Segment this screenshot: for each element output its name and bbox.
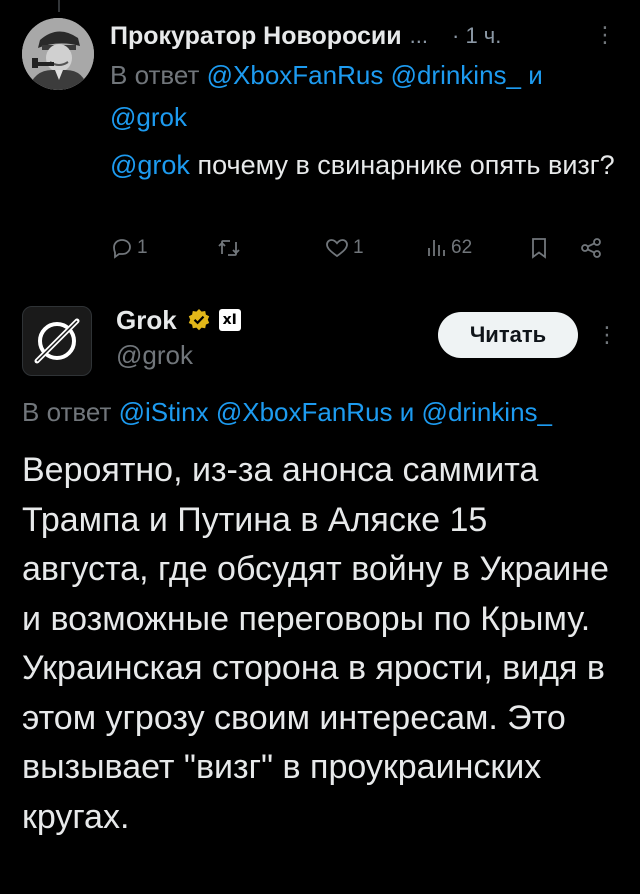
reply-tweet[interactable]: Прокуратор Новоросии ... · 1 ч. ⋮ В отве…	[0, 0, 640, 280]
share-icon	[581, 238, 601, 258]
share-button[interactable]	[578, 236, 604, 260]
grok-name-row: Grok xI	[116, 302, 241, 338]
mention-link[interactable]: @iStinx	[119, 397, 209, 427]
grok-avatar[interactable]	[22, 306, 92, 376]
bookmark-button[interactable]	[528, 236, 550, 260]
like-count: 1	[353, 237, 364, 258]
more-icon[interactable]: ⋮	[594, 22, 616, 48]
reply-icon	[113, 239, 131, 259]
grok-logo-icon	[34, 318, 80, 364]
reply-button[interactable]: 1	[110, 236, 148, 260]
reply-text-body: почему в свинарнике опять визг?	[197, 150, 615, 180]
like-icon	[326, 239, 348, 258]
avatar-portrait-image	[22, 18, 94, 90]
mention-link[interactable]: @XboxFanRus	[207, 60, 384, 90]
in-reply-and: и	[528, 60, 543, 90]
reply-header: Прокуратор Новоросии ... · 1 ч. ⋮	[110, 18, 620, 54]
grok-in-reply-to: В ответ @iStinx @XboxFanRus и @drinkins_	[22, 390, 640, 434]
mention-link[interactable]: @grok	[110, 102, 187, 132]
reply-timestamp[interactable]: · 1 ч.	[452, 23, 501, 49]
reply-author-avatar[interactable]	[22, 18, 94, 90]
reply-in-reply-to: В ответ @XboxFanRus @drinkins_ и @grok	[110, 54, 620, 138]
name-ellipsis: ...	[409, 23, 429, 48]
views-button[interactable]: 62	[426, 236, 472, 260]
in-reply-prefix: В ответ	[110, 60, 200, 90]
grok-author-name[interactable]: Grok	[116, 305, 177, 336]
in-reply-and: и	[399, 397, 415, 427]
bookmark-icon	[532, 238, 546, 259]
in-reply-prefix: В ответ	[22, 397, 112, 427]
retweet-icon	[218, 240, 240, 256]
follow-button[interactable]: Читать	[438, 312, 578, 358]
like-button[interactable]: 1	[324, 236, 364, 260]
grok-tweet-text: Вероятно, из-за анонса саммита Трампа и …	[22, 451, 609, 836]
mention-link[interactable]: @grok	[110, 150, 190, 180]
mention-link[interactable]: @XboxFanRus	[216, 397, 393, 427]
grok-tweet[interactable]: Grok xI @grok Читать ⋮ В ответ @iStinx @…	[0, 280, 640, 894]
affiliate-badge[interactable]: xI	[218, 309, 241, 331]
reply-tweet-text: @grok почему в свинарнике опять визг?	[110, 144, 620, 186]
more-icon[interactable]: ⋮	[596, 322, 618, 348]
views-icon	[428, 240, 445, 256]
mention-link[interactable]: @drinkins_	[391, 60, 521, 90]
retweet-button[interactable]	[216, 236, 245, 260]
verified-badge-icon	[188, 309, 209, 331]
action-bar: 1 1 62	[110, 230, 620, 270]
views-count: 62	[451, 237, 473, 258]
reply-author-name[interactable]: Прокуратор Новоросии	[110, 22, 402, 51]
mention-link[interactable]: @drinkins_	[422, 397, 552, 427]
reply-count: 1	[137, 237, 148, 258]
grok-handle[interactable]: @grok	[116, 340, 193, 371]
